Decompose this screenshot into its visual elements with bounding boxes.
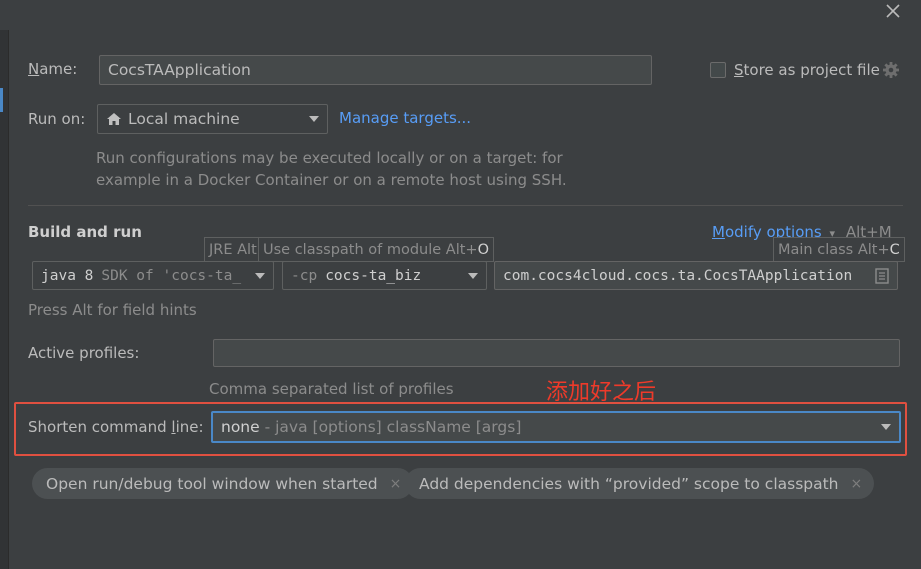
classpath-tooltip-key: O <box>477 241 490 258</box>
chip-add-provided-dependencies[interactable]: Add dependencies with “provided” scope t… <box>405 468 875 499</box>
shorten-command-line-label: Shorten command line: <box>28 418 204 436</box>
field-hints-text: Press Alt for field hints <box>28 301 197 319</box>
manage-targets-link[interactable]: Manage targets... <box>339 109 471 127</box>
chevron-down-icon <box>468 272 478 279</box>
active-profiles-hint: Comma separated list of profiles <box>209 380 454 398</box>
run-on-label: Run on: <box>28 110 86 128</box>
active-profiles-label: Active profiles: <box>28 344 140 362</box>
jre-tooltip-text: JRE Alt <box>209 241 257 258</box>
run-on-description-line2: example in a Docker Container or on a re… <box>96 171 567 189</box>
store-label-text: tore as project file <box>743 61 880 79</box>
main-class-tooltip-key: C <box>889 241 900 258</box>
browse-file-icon[interactable] <box>875 268 889 284</box>
name-label-mnemonic: N <box>28 60 40 78</box>
home-icon <box>106 111 122 127</box>
main-class-value: com.cocs4cloud.cocs.ta.CocsTAApplication <box>503 267 853 284</box>
store-as-project-file-checkbox[interactable] <box>710 62 726 78</box>
main-class-input[interactable]: com.cocs4cloud.cocs.ta.CocsTAApplication <box>494 261 898 290</box>
section-separator <box>28 205 903 206</box>
name-input-value: CocsTAApplication <box>108 61 251 79</box>
classpath-tooltip: Use classpath of module Alt+ O <box>258 237 495 262</box>
chip-label: Open run/debug tool window when started <box>46 474 378 493</box>
store-as-project-file-label[interactable]: Store as project file <box>734 61 880 79</box>
active-profiles-input[interactable] <box>213 339 900 367</box>
dialog-titlebar <box>0 0 921 30</box>
chevron-down-icon <box>309 116 319 122</box>
chip-open-tool-window[interactable]: Open run/debug tool window when started … <box>32 468 414 499</box>
shorten-label-prefix: Shorten command <box>28 418 172 436</box>
close-icon[interactable]: × <box>851 476 863 492</box>
modify-options-mnemonic: M <box>712 223 725 241</box>
jdk-value: java 8 <box>41 267 94 284</box>
cp-flag: -cp <box>291 267 318 284</box>
chip-label: Add dependencies with “provided” scope t… <box>419 474 839 493</box>
shorten-label-rest: ine: <box>175 418 204 436</box>
shorten-command-line-select[interactable]: none - java [options] className [args] <box>211 411 901 443</box>
jdk-select[interactable]: java 8 SDK of 'cocs-ta_ <box>32 261 274 290</box>
classpath-tooltip-text: Use classpath of module Alt+ <box>263 241 478 258</box>
classpath-module-select[interactable]: -cp cocs-ta_biz <box>282 261 487 290</box>
left-panel-selection-marker <box>0 88 3 112</box>
gear-icon[interactable] <box>882 61 900 79</box>
home-icon-glyph <box>107 113 121 125</box>
close-icon[interactable]: × <box>390 476 402 492</box>
store-label-mnemonic: S <box>734 61 744 79</box>
build-and-run-title: Build and run <box>28 223 142 241</box>
name-input[interactable]: CocsTAApplication <box>99 55 652 85</box>
gear-icon-glyph <box>883 62 899 78</box>
run-on-value: Local machine <box>128 110 240 128</box>
jre-tooltip: JRE Alt <box>204 237 262 262</box>
shorten-value: none <box>221 418 260 436</box>
chevron-down-icon <box>255 272 265 279</box>
run-on-select[interactable]: Local machine <box>97 104 328 134</box>
name-label-text: ame: <box>39 60 78 78</box>
shorten-value-hint: - java [options] className [args] <box>259 418 522 436</box>
main-class-tooltip: Main class Alt+ C <box>773 237 905 262</box>
name-label: Name: <box>28 60 77 78</box>
browse-file-icon-glyph <box>875 268 889 284</box>
close-icon-glyph <box>886 4 900 18</box>
main-class-tooltip-text: Main class Alt+ <box>778 241 890 258</box>
jdk-hint: SDK of 'cocs-ta_ <box>101 267 242 284</box>
close-icon[interactable] <box>883 3 903 23</box>
run-on-description-line1: Run configurations may be executed local… <box>96 149 563 167</box>
chevron-down-icon <box>881 424 891 430</box>
cp-module-value: cocs-ta_biz <box>325 267 422 284</box>
